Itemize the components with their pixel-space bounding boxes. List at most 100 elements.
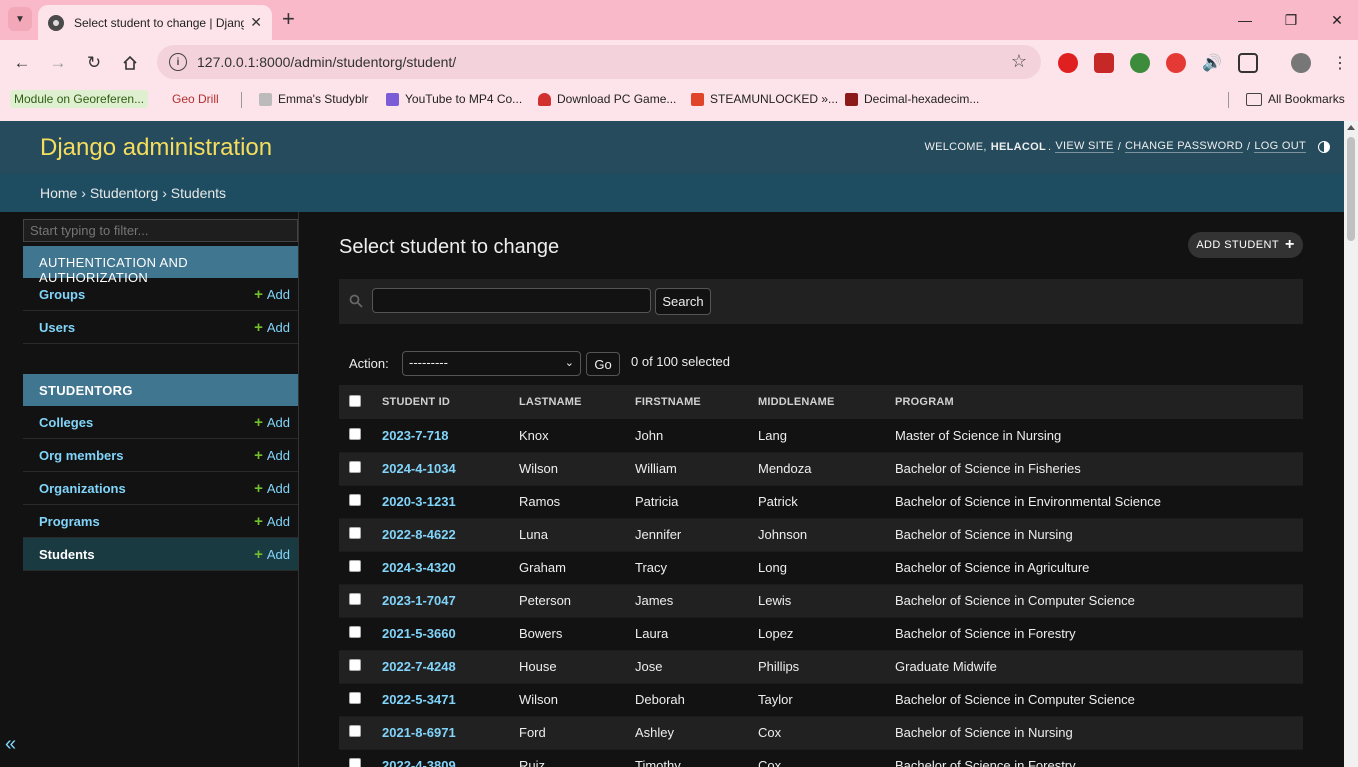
column-header-student-id[interactable]: STUDENT ID bbox=[372, 385, 509, 419]
sidebar-item-colleges[interactable]: Colleges + Add bbox=[23, 406, 298, 439]
student-id-link[interactable]: 2023-1-7047 bbox=[382, 593, 456, 608]
minimize-icon[interactable]: — bbox=[1235, 10, 1255, 30]
tab-search-button[interactable]: ▼ bbox=[8, 7, 32, 31]
student-id-link[interactable]: 2023-7-718 bbox=[382, 428, 449, 443]
column-header-lastname[interactable]: LASTNAME bbox=[509, 385, 625, 419]
bookmark-item[interactable]: Geo Drill bbox=[172, 92, 219, 106]
close-window-icon[interactable]: ✕ bbox=[1327, 10, 1347, 30]
student-id-link[interactable]: 2021-8-6971 bbox=[382, 725, 456, 740]
plus-icon: + bbox=[1284, 236, 1295, 253]
row-checkbox[interactable] bbox=[349, 427, 361, 440]
sidebar-item-label[interactable]: Students bbox=[39, 547, 95, 562]
notification-extension-icon[interactable] bbox=[1166, 53, 1186, 73]
restore-icon[interactable]: ❐ bbox=[1281, 10, 1301, 30]
add-students-link[interactable]: + Add bbox=[254, 546, 290, 563]
row-checkbox[interactable] bbox=[349, 692, 361, 704]
home-icon[interactable] bbox=[119, 52, 141, 74]
change-password-link[interactable]: CHANGE PASSWORD bbox=[1125, 140, 1244, 153]
all-bookmarks-button[interactable]: All Bookmarks bbox=[1246, 92, 1345, 106]
sidebar-item-students[interactable]: Students + Add bbox=[23, 538, 298, 571]
sidebar-item-label[interactable]: Users bbox=[39, 320, 75, 335]
collapse-sidebar-icon[interactable]: « bbox=[5, 733, 16, 756]
nav-filter-input[interactable] bbox=[23, 219, 298, 242]
program-cell: Bachelor of Science in Forestry bbox=[885, 617, 1303, 651]
student-id-link[interactable]: 2024-3-4320 bbox=[382, 560, 456, 575]
student-id-link[interactable]: 2022-4-3809 bbox=[382, 758, 456, 767]
search-input[interactable] bbox=[372, 288, 651, 313]
sidebar-item-label[interactable]: Organizations bbox=[39, 481, 126, 496]
student-id-link[interactable]: 2024-4-1034 bbox=[382, 461, 456, 476]
sidebar-item-label[interactable]: Colleges bbox=[39, 415, 93, 430]
action-select[interactable]: --------- ⌄ bbox=[402, 351, 581, 376]
extensions-puzzle-icon[interactable] bbox=[1238, 53, 1258, 73]
forward-icon[interactable]: → bbox=[47, 52, 69, 74]
student-id-link[interactable]: 2022-5-3471 bbox=[382, 692, 456, 707]
address-bar[interactable]: i 127.0.0.1:8000/admin/studentorg/studen… bbox=[157, 45, 1041, 79]
add-student-button[interactable]: ADD STUDENT + bbox=[1188, 232, 1303, 258]
sidebar-item-label[interactable]: Org members bbox=[39, 448, 124, 463]
bookmark-item[interactable]: YouTube to MP4 Co... bbox=[386, 92, 522, 106]
row-checkbox[interactable] bbox=[349, 725, 361, 737]
student-id-link[interactable]: 2021-5-3660 bbox=[382, 626, 456, 641]
sidebar-item-org-members[interactable]: Org members + Add bbox=[23, 439, 298, 472]
add-colleges-link[interactable]: + Add bbox=[254, 414, 290, 431]
student-id-link[interactable]: 2022-8-4622 bbox=[382, 527, 456, 542]
sidebar-item-users[interactable]: Users + Add bbox=[23, 311, 298, 344]
volume-extension-icon[interactable]: 🔊 bbox=[1202, 53, 1222, 73]
bookmark-star-icon[interactable]: ☆ bbox=[1011, 51, 1027, 72]
add-groups-link[interactable]: + Add bbox=[254, 286, 290, 303]
sidebar-item-organizations[interactable]: Organizations + Add bbox=[23, 472, 298, 505]
browser-tab-active[interactable]: Select student to change | Django ✕ bbox=[38, 5, 272, 40]
student-id-link[interactable]: 2022-7-4248 bbox=[382, 659, 456, 674]
scroll-up-icon[interactable] bbox=[1347, 125, 1355, 130]
column-header-firstname[interactable]: FIRSTNAME bbox=[625, 385, 748, 419]
search-button[interactable]: Search bbox=[655, 288, 711, 315]
row-checkbox[interactable] bbox=[349, 593, 361, 605]
browser-menu-icon[interactable]: ⋮ bbox=[1330, 53, 1350, 73]
profile-avatar-icon[interactable] bbox=[1291, 53, 1311, 73]
select-all-checkbox[interactable] bbox=[349, 394, 361, 407]
bookmark-item[interactable]: Module on Georeferen... bbox=[10, 90, 149, 108]
row-checkbox[interactable] bbox=[349, 659, 361, 671]
sidebar-item-label[interactable]: Groups bbox=[39, 287, 85, 302]
sidebar-item-groups[interactable]: Groups + Add bbox=[23, 278, 298, 311]
site-info-icon[interactable]: i bbox=[169, 53, 187, 71]
breadcrumb-home[interactable]: Home bbox=[40, 185, 77, 201]
add-programs-link[interactable]: + Add bbox=[254, 513, 290, 530]
row-checkbox[interactable] bbox=[349, 461, 361, 473]
sidebar-item-programs[interactable]: Programs + Add bbox=[23, 505, 298, 538]
bookmark-item[interactable]: STEAMUNLOCKED »... bbox=[691, 92, 838, 106]
row-checkbox[interactable] bbox=[349, 626, 361, 638]
site-branding[interactable]: Django administration bbox=[40, 134, 272, 162]
column-header-program[interactable]: PROGRAM bbox=[885, 385, 1303, 419]
bookmark-item[interactable]: Download PC Game... bbox=[538, 92, 676, 106]
close-tab-icon[interactable]: ✕ bbox=[250, 14, 262, 31]
module-caption-auth[interactable]: AUTHENTICATION AND AUTHORIZATION bbox=[23, 246, 298, 285]
add-org-members-link[interactable]: + Add bbox=[254, 447, 290, 464]
pdf-extension-icon[interactable] bbox=[1094, 53, 1114, 73]
back-icon[interactable]: ← bbox=[11, 52, 33, 74]
scrollbar-thumb[interactable] bbox=[1347, 137, 1355, 241]
go-button[interactable]: Go bbox=[586, 352, 620, 376]
row-checkbox[interactable] bbox=[349, 560, 361, 572]
bookmark-item[interactable]: Emma's Studyblr bbox=[259, 92, 368, 106]
theme-toggle-icon[interactable] bbox=[1318, 140, 1330, 153]
row-checkbox[interactable] bbox=[349, 527, 361, 539]
globe-extension-icon[interactable] bbox=[1130, 53, 1150, 73]
breadcrumb-app[interactable]: Studentorg bbox=[90, 185, 159, 201]
log-out-link[interactable]: LOG OUT bbox=[1254, 140, 1306, 153]
add-users-link[interactable]: + Add bbox=[254, 319, 290, 336]
module-caption-studentorg[interactable]: STUDENTORG bbox=[23, 374, 298, 406]
column-header-middlename[interactable]: MIDDLENAME bbox=[748, 385, 885, 419]
new-tab-icon[interactable]: + bbox=[282, 8, 295, 30]
bookmark-item[interactable]: Decimal-hexadecim... bbox=[845, 92, 979, 106]
sidebar-item-label[interactable]: Programs bbox=[39, 514, 100, 529]
page-scrollbar[interactable] bbox=[1344, 121, 1358, 767]
student-id-link[interactable]: 2020-3-1231 bbox=[382, 494, 456, 509]
adblock-extension-icon[interactable] bbox=[1058, 53, 1078, 73]
reload-icon[interactable]: ↻ bbox=[83, 52, 105, 74]
row-checkbox[interactable] bbox=[349, 494, 361, 506]
add-organizations-link[interactable]: + Add bbox=[254, 480, 290, 497]
row-checkbox[interactable] bbox=[349, 758, 361, 767]
view-site-link[interactable]: VIEW SITE bbox=[1055, 140, 1114, 153]
